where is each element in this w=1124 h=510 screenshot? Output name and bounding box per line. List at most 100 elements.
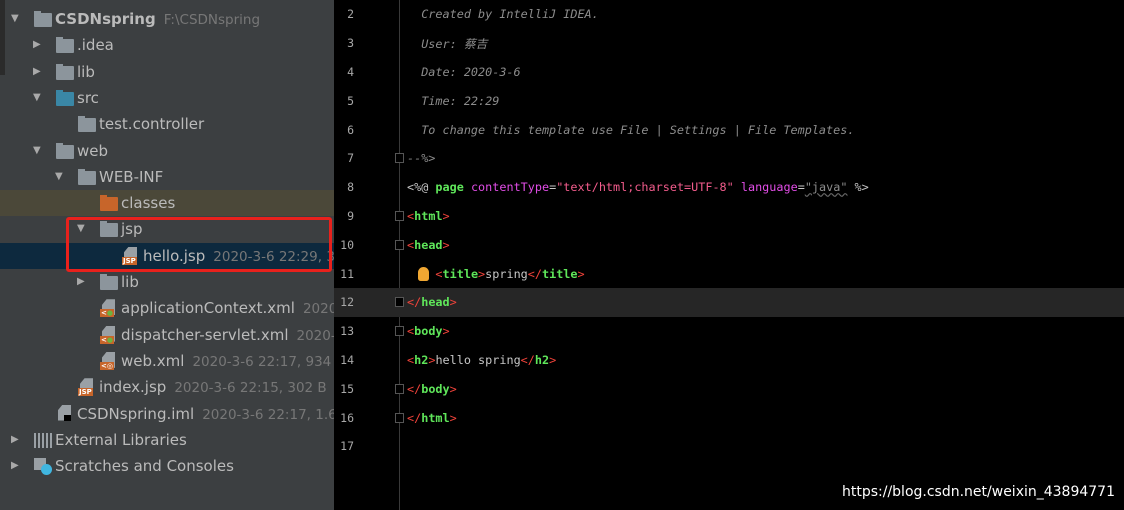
code-token: Date: 2020-3-6 <box>407 64 521 79</box>
source-folder-icon <box>56 89 74 106</box>
line-number: 9 <box>347 208 354 223</box>
code-token: contentType <box>470 180 550 195</box>
fold-marker-icon[interactable] <box>395 383 404 394</box>
code-token: = <box>797 180 805 195</box>
tree-item[interactable]: ▼ src <box>0 85 334 111</box>
fold-marker-icon[interactable] <box>395 297 404 308</box>
code-editor[interactable]: 2 Created by IntelliJ IDEA. 3 User: 蔡吉 4 D… <box>334 0 1124 510</box>
item-name: src <box>77 88 99 107</box>
collapse-arrow-icon[interactable]: ▼ <box>33 92 43 103</box>
code-line[interactable]: 14 <h2>hello spring</h2> <box>334 346 1124 375</box>
tree-item[interactable]: <● applicationContext.xml 2020 <box>0 295 334 321</box>
code-text: </html> <box>407 411 457 425</box>
module-folder-icon <box>34 11 52 27</box>
code-token: h2 <box>534 352 550 367</box>
item-meta: 2020-3-6 22:17, 934 B <box>192 353 334 370</box>
code-line[interactable]: 13 <body> <box>334 317 1124 346</box>
line-number: 8 <box>347 180 354 195</box>
code-line[interactable]: 11 <title>spring</title> <box>334 259 1124 288</box>
code-token: > <box>442 324 450 339</box>
code-line[interactable]: 4 Date: 2020-3-6 <box>334 58 1124 87</box>
code-token: </ <box>520 352 535 367</box>
code-token: </ <box>407 381 422 396</box>
code-token: </ <box>407 410 422 425</box>
fold-marker-icon[interactable] <box>395 326 404 337</box>
item-name: classes <box>121 194 176 213</box>
code-token: head <box>421 295 450 310</box>
code-text: <h2>hello spring</h2> <box>407 353 556 367</box>
tree-item[interactable]: <◎ web.xml 2020-3-6 22:17, 934 B <box>0 348 334 374</box>
code-token: head <box>414 237 443 252</box>
folder-icon <box>56 63 74 80</box>
expand-arrow-icon[interactable]: ▶ <box>33 40 43 50</box>
code-line[interactable]: 3 User: 蔡吉 <box>334 29 1124 58</box>
fold-marker-icon[interactable] <box>395 412 404 423</box>
code-line[interactable]: 6 To change this template use File | Set… <box>334 115 1124 144</box>
code-token: hello spring <box>435 352 521 367</box>
line-number: 4 <box>347 64 354 79</box>
item-name: index.jsp <box>99 378 167 397</box>
code-line[interactable]: 12 </head> <box>334 288 1124 317</box>
code-line[interactable]: 9 <html> <box>334 202 1124 231</box>
web-folder-icon <box>56 142 74 159</box>
collapse-arrow-icon[interactable]: ▼ <box>33 145 43 156</box>
code-text: --%> <box>407 151 435 165</box>
line-number: 13 <box>340 324 354 339</box>
tree-item[interactable]: <● dispatcher-servlet.xml 2020- <box>0 322 334 348</box>
code-line[interactable]: 2 Created by IntelliJ IDEA. <box>334 0 1124 29</box>
tree-item[interactable]: JSP index.jsp 2020-3-6 22:15, 302 B <box>0 374 334 400</box>
tree-item[interactable]: ▶ External Libraries <box>0 427 334 453</box>
line-number: 16 <box>340 410 354 425</box>
tree-item[interactable]: ▼ WEB-INF <box>0 164 334 190</box>
code-line[interactable]: 15 </body> <box>334 374 1124 403</box>
code-token: < <box>435 266 443 281</box>
tree-item[interactable]: ▶ .idea <box>0 32 334 58</box>
fold-marker-icon[interactable] <box>395 239 404 250</box>
tree-item-label: CSDNspring.iml 2020-3-6 22:17, 1.6 k <box>77 405 334 423</box>
spring-xml-file-icon: <● <box>100 325 118 344</box>
expand-arrow-icon[interactable]: ▶ <box>11 461 21 471</box>
expand-arrow-icon[interactable]: ▶ <box>33 66 43 77</box>
collapse-arrow-icon[interactable]: ▼ <box>11 14 21 24</box>
line-number: 3 <box>347 36 354 51</box>
tree-item[interactable]: ▶ lib <box>0 269 334 295</box>
code-line[interactable]: 17 <box>334 432 1124 461</box>
excluded-folder-icon <box>100 195 118 212</box>
item-name: lib <box>77 62 95 81</box>
tree-item[interactable]: CSDNspring.iml 2020-3-6 22:17, 1.6 k <box>0 401 334 427</box>
code-token: > <box>549 352 557 367</box>
tree-item[interactable]: ▼ CSDNspring F:\CSDNspring <box>0 6 334 32</box>
spring-xml-file-icon: <● <box>100 299 118 318</box>
code-text: <html> <box>407 209 450 223</box>
code-line[interactable]: 10 <head> <box>334 230 1124 259</box>
code-token: > <box>442 208 450 223</box>
tree-item[interactable]: ▶ lib <box>0 59 334 85</box>
code-line[interactable]: 7 --%> <box>334 144 1124 173</box>
code-line[interactable]: 5 Time: 22:29 <box>334 86 1124 115</box>
tree-item[interactable]: classes <box>0 190 334 217</box>
collapse-arrow-icon[interactable]: ▼ <box>55 171 65 182</box>
tree-item-label: WEB-INF <box>99 168 163 186</box>
fold-marker-icon[interactable] <box>395 153 404 164</box>
line-number: 10 <box>340 237 354 252</box>
code-token: To change this template use File | Setti… <box>407 122 855 137</box>
tree-item[interactable]: ▼ web <box>0 138 334 164</box>
tree-item[interactable]: test.controller <box>0 111 334 137</box>
expand-arrow-icon[interactable]: ▶ <box>11 434 21 445</box>
expand-arrow-icon[interactable]: ▶ <box>77 277 87 287</box>
code-token: > <box>449 381 457 396</box>
line-number: 12 <box>340 295 354 310</box>
iml-file-icon <box>56 404 74 421</box>
code-token: html <box>421 410 450 425</box>
tree-item-label: lib <box>121 273 139 291</box>
fold-marker-icon[interactable] <box>395 210 404 221</box>
code-token: --%> <box>407 151 436 166</box>
code-token: > <box>442 237 450 252</box>
code-line[interactable]: 16 </html> <box>334 403 1124 432</box>
code-token: page <box>435 180 464 195</box>
item-name: test.controller <box>99 115 205 134</box>
tree-item[interactable]: ▶ Scratches and Consoles <box>0 453 334 479</box>
line-number: 17 <box>340 439 354 454</box>
code-line[interactable]: 8 <%@ page contentType = "text/html;charset… <box>334 173 1124 202</box>
highlight-box <box>66 217 332 272</box>
